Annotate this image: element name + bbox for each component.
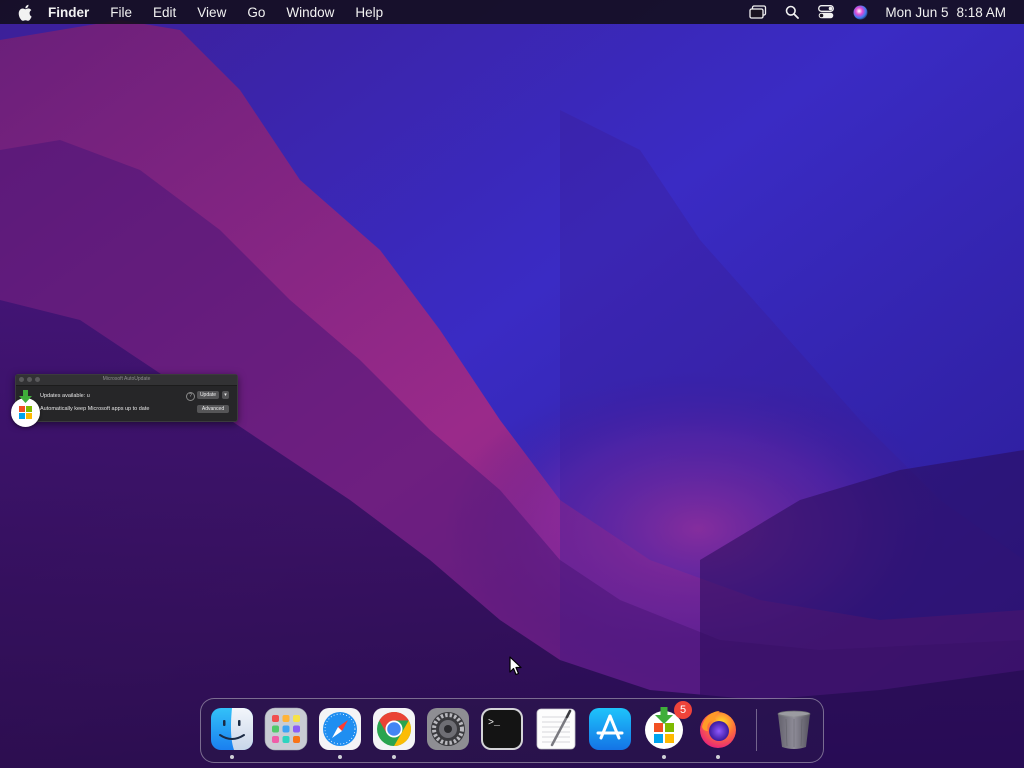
microsoft-autoupdate-window[interactable]: Microsoft AutoUpdate Updates available: … <box>15 374 238 422</box>
dock-item-app-store[interactable] <box>588 707 632 751</box>
menu-help[interactable]: Help <box>355 5 383 20</box>
dock-item-firefox[interactable] <box>696 707 740 759</box>
siri-icon[interactable] <box>851 3 869 21</box>
updates-available-text: Updates available: u <box>40 393 90 399</box>
dock-item-system-preferences[interactable] <box>426 707 470 751</box>
chrome-icon <box>372 707 416 751</box>
running-indicator <box>392 755 396 759</box>
spotlight-search-icon[interactable] <box>783 3 801 21</box>
menu-go[interactable]: Go <box>247 5 265 20</box>
dock-item-terminal[interactable]: >_ <box>480 707 524 751</box>
notification-badge: 5 <box>674 701 692 719</box>
dock-divider <box>756 709 757 751</box>
advanced-button[interactable]: Advanced <box>197 405 229 413</box>
dock-item-launchpad[interactable] <box>264 707 308 751</box>
dock-item-chrome[interactable] <box>372 707 416 759</box>
microsoft-autoupdate-icon <box>11 390 40 427</box>
menu-app-finder[interactable]: Finder <box>48 5 89 20</box>
dock: >_ 5 <box>200 698 824 763</box>
mouse-cursor-icon <box>509 656 522 676</box>
running-indicator <box>230 755 234 759</box>
update-button[interactable]: Update <box>197 391 219 399</box>
finder-icon <box>210 707 254 751</box>
textedit-icon <box>534 707 578 751</box>
running-indicator <box>338 755 342 759</box>
trash-icon <box>772 707 816 751</box>
menu-window[interactable]: Window <box>286 5 334 20</box>
running-indicator <box>662 755 666 759</box>
app-store-icon <box>588 707 632 751</box>
menu-bar-status-area: Mon Jun 5 8:18 AM <box>733 0 1006 24</box>
firefox-icon <box>696 707 740 751</box>
screen-mirroring-icon[interactable] <box>749 3 767 21</box>
dock-item-microsoft-autoupdate[interactable]: 5 <box>642 701 692 759</box>
system-preferences-icon <box>426 707 470 751</box>
menu-view[interactable]: View <box>197 5 226 20</box>
safari-icon <box>318 707 362 751</box>
running-indicator <box>716 755 720 759</box>
dock-item-safari[interactable] <box>318 707 362 759</box>
window-title: Microsoft AutoUpdate <box>102 376 151 382</box>
launchpad-icon <box>264 707 308 751</box>
control-center-icon[interactable] <box>817 3 835 21</box>
menu-edit[interactable]: Edit <box>153 5 176 20</box>
clock-time: 8:18 AM <box>956 4 1006 20</box>
menu-bar-clock[interactable]: Mon Jun 5 8:18 AM <box>885 5 1006 20</box>
terminal-icon: >_ <box>480 707 524 751</box>
update-options-button[interactable]: ▾ <box>222 391 229 399</box>
svg-text:>_: >_ <box>488 718 501 729</box>
microsoft-logo-icon <box>19 406 32 419</box>
window-titlebar[interactable]: Microsoft AutoUpdate <box>16 375 237 386</box>
menu-bar: Finder File Edit View Go Window Help Mon… <box>0 0 1024 24</box>
dock-item-trash[interactable] <box>772 707 816 751</box>
download-arrow-icon <box>19 390 32 403</box>
dock-item-textedit[interactable] <box>534 707 578 751</box>
microsoft-autoupdate-icon: 5 <box>642 701 692 751</box>
dock-item-finder[interactable] <box>210 707 254 759</box>
apple-menu-icon[interactable] <box>18 3 34 21</box>
help-button[interactable]: ? <box>186 392 195 401</box>
menu-file[interactable]: File <box>110 5 132 20</box>
auto-update-checkbox-label[interactable]: Automatically keep Microsoft apps up to … <box>40 406 149 412</box>
clock-date: Mon Jun 5 <box>885 4 949 20</box>
